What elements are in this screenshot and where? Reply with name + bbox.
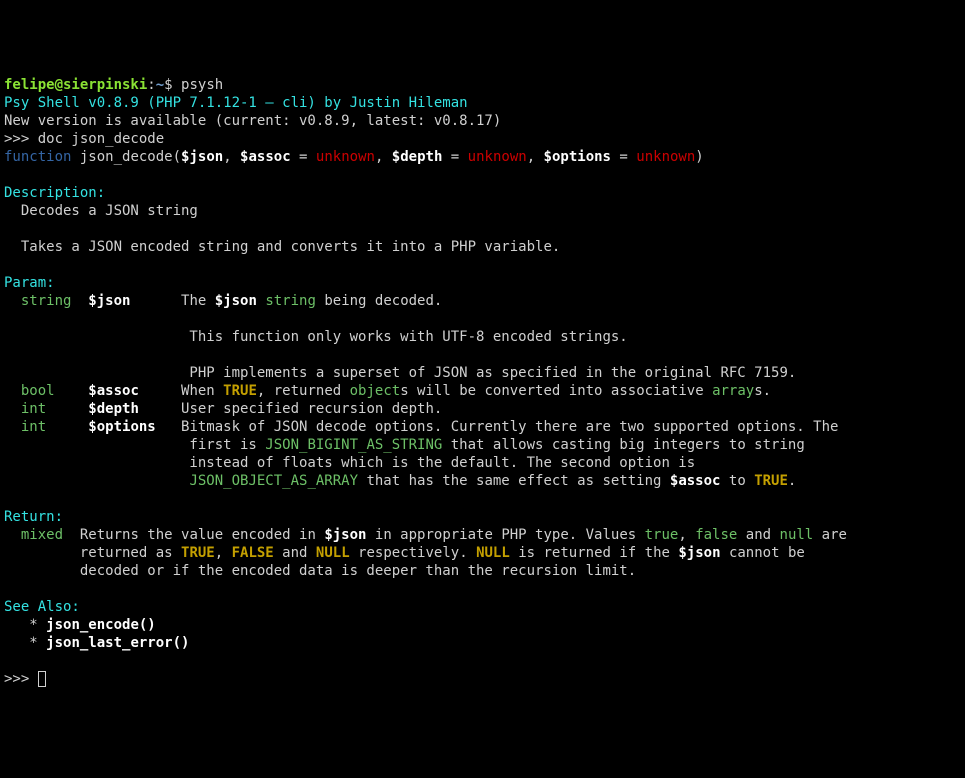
return-desc: returned as TRUE, FALSE and NULL respect… [4,544,961,562]
param-desc: first is JSON_BIGINT_AS_STRING that allo… [4,436,961,454]
return-type: mixed [4,527,63,543]
user-host: felipe@sierpinski [4,77,147,93]
description-text: Decodes a JSON string [4,202,961,220]
see-also-item: * json_last_error() [4,634,961,652]
banner-line-2: New version is available (current: v0.8.… [4,112,961,130]
banner-line-1: Psy Shell v0.8.9 (PHP 7.1.12-1 — cli) by… [4,94,961,112]
description-header: Description: [4,184,961,202]
return-row: mixed Returns the value encoded in $json… [4,526,961,544]
cursor-icon [38,671,46,687]
param-desc: JSON_OBJECT_AS_ARRAY that has the same e… [4,472,961,490]
terminal-output[interactable]: felipe@sierpinski:~$ psyshPsy Shell v0.8… [4,76,961,688]
param-name: $assoc [71,383,164,399]
param-desc: This function only works with UTF-8 enco… [4,328,961,346]
repl-prompt-line[interactable]: >>> [4,670,961,688]
return-desc: decoded or if the encoded data is deeper… [4,562,961,580]
command: psysh [181,77,223,93]
see-also-item: * json_encode() [4,616,961,634]
path: ~ [156,77,164,93]
shell-prompt-line: felipe@sierpinski:~$ psysh [4,76,961,94]
see-also-header: See Also: [4,598,961,616]
param-type: bool [4,383,71,399]
description-text: Takes a JSON encoded string and converts… [4,238,961,256]
repl-input-line: >>> doc json_decode [4,130,961,148]
param-type: int [4,401,71,417]
param-row: bool $assoc When TRUE, returned objects … [4,382,961,400]
param-name: $options [71,419,164,435]
param-name: $depth [71,401,164,417]
param-row: int $depth User specified recursion dept… [4,400,961,418]
param-row: int $options Bitmask of JSON decode opti… [4,418,961,436]
function-signature: function json_decode($json, $assoc = unk… [4,148,961,166]
param-name: $json [71,293,164,309]
param-type: int [4,419,71,435]
param-row: string $json The $json string being deco… [4,292,961,310]
return-header: Return: [4,508,961,526]
param-desc: PHP implements a superset of JSON as spe… [4,364,961,382]
doc-command: doc json_decode [38,131,164,147]
param-type: string [4,293,71,309]
param-desc: instead of floats which is the default. … [4,454,961,472]
param-header: Param: [4,274,961,292]
